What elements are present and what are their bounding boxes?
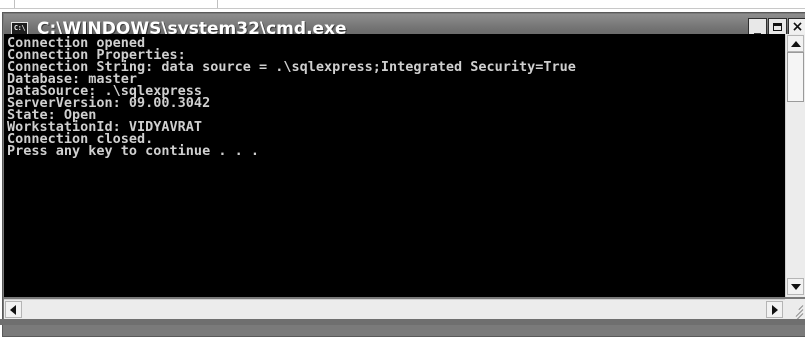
arrow-left-icon (10, 305, 16, 315)
scroll-up-button[interactable] (787, 35, 804, 52)
resize-grip[interactable] (785, 299, 805, 324)
arrow-right-icon (772, 305, 778, 315)
arrow-up-icon (791, 41, 801, 47)
arrow-down-icon (791, 284, 801, 290)
scroll-down-button[interactable] (787, 278, 804, 295)
vertical-scroll-thumb[interactable] (787, 52, 804, 102)
maximize-icon (773, 23, 782, 31)
top-divider-tick (14, 0, 15, 8)
vertical-scrollbar[interactable] (785, 34, 805, 297)
console-line: Press any key to continue . . . (7, 143, 259, 159)
scroll-left-button[interactable] (5, 301, 22, 318)
top-divider (0, 8, 805, 9)
scroll-right-button[interactable] (766, 301, 783, 318)
console-output[interactable]: Connection opened Connection Properties:… (4, 34, 785, 297)
window-bottom-border (0, 319, 805, 325)
top-strip (0, 0, 805, 10)
horizontal-scrollbar[interactable] (4, 299, 785, 319)
top-divider-tick (217, 0, 218, 8)
